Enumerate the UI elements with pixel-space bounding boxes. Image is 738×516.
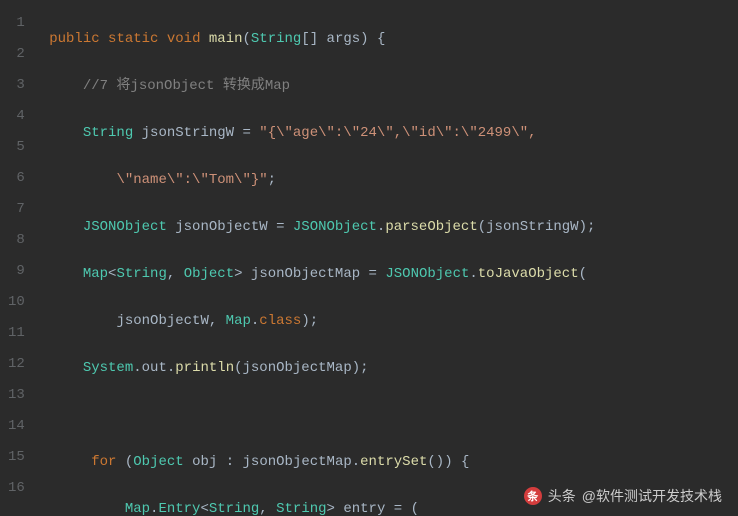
line-number: 11 <box>8 318 29 349</box>
code-line: String jsonStringW = "{\"age\":\"24\",\"… <box>41 118 738 149</box>
code-content[interactable]: public static void main(String[] args) {… <box>41 0 738 516</box>
line-number: 4 <box>8 101 29 132</box>
code-line: //7 将jsonObject 转换成Map <box>41 71 738 102</box>
code-line: public static void main(String[] args) { <box>41 24 738 55</box>
line-number: 5 <box>8 132 29 163</box>
code-line: \"name\":\"Tom\"}"; <box>41 165 738 196</box>
line-number: 13 <box>8 380 29 411</box>
line-number: 7 <box>8 194 29 225</box>
line-number: 2 <box>8 39 29 70</box>
line-number: 3 <box>8 70 29 101</box>
line-number: 16 <box>8 473 29 504</box>
watermark-handle: @软件测试开发技术栈 <box>582 486 722 506</box>
line-number: 8 <box>8 225 29 256</box>
line-gutter: 1 2 3 4 5 6 7 8 9 10 11 12 13 14 15 16 <box>0 0 41 516</box>
toutiao-icon: 条 <box>524 487 542 505</box>
watermark: 条 头条 @软件测试开发技术栈 <box>524 486 722 506</box>
code-line: System.out.println(jsonObjectMap); <box>41 353 738 384</box>
line-number: 1 <box>8 8 29 39</box>
line-number: 6 <box>8 163 29 194</box>
line-number: 12 <box>8 349 29 380</box>
code-line: jsonObjectW, Map.class); <box>41 306 738 337</box>
code-line: JSONObject jsonObjectW = JSONObject.pars… <box>41 212 738 243</box>
line-number: 9 <box>8 256 29 287</box>
watermark-prefix: 头条 <box>548 486 576 506</box>
line-number: 15 <box>8 442 29 473</box>
code-editor[interactable]: 1 2 3 4 5 6 7 8 9 10 11 12 13 14 15 16 p… <box>0 0 738 516</box>
code-line: Map<String, Object> jsonObjectMap = JSON… <box>41 259 738 290</box>
line-number: 14 <box>8 411 29 442</box>
line-number: 10 <box>8 287 29 318</box>
code-line: for (Object obj : jsonObjectMap.entrySet… <box>41 447 738 478</box>
code-line <box>41 400 738 431</box>
